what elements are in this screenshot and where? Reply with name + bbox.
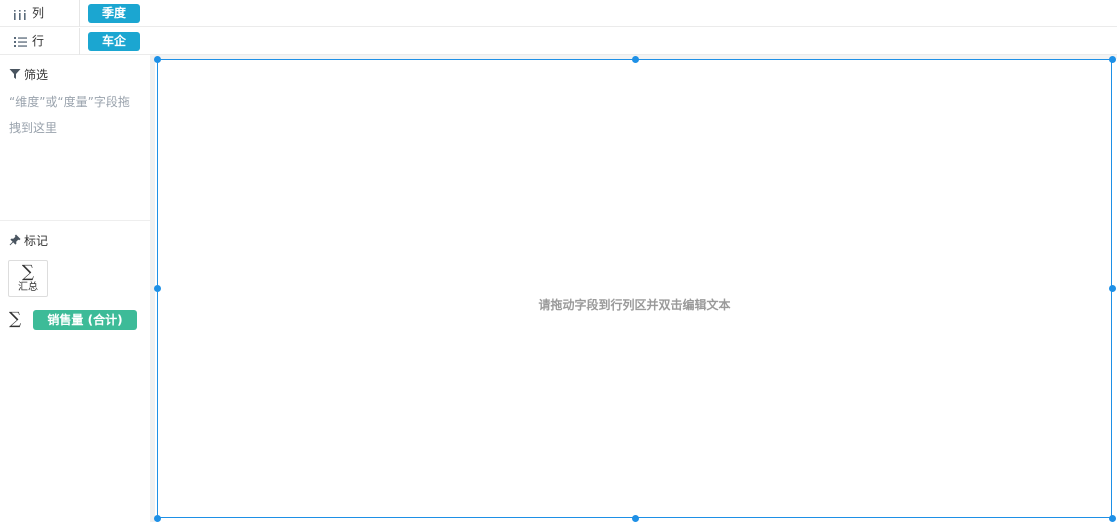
worksheet-editor: 列 季度 行 车企 筛选 “维度”或“度量”字段拖拽到这里 标记 ∑ 汇总 ∑ … <box>0 0 1117 522</box>
column-field-pill[interactable]: 季度 <box>88 4 140 23</box>
aggregate-mark-button[interactable]: ∑ 汇总 <box>8 260 48 297</box>
resize-handle-top[interactable] <box>632 56 639 63</box>
text-canvas[interactable]: 请拖动字段到行列区并双击编辑文本 <box>157 59 1112 518</box>
filter-section-title: 筛选 <box>9 67 48 83</box>
columns-icon <box>12 0 28 27</box>
marks-section-title: 标记 <box>9 233 48 249</box>
marks-title: 标记 <box>24 234 49 248</box>
resize-handle-bottom-right[interactable] <box>1109 515 1116 522</box>
columns-shelf[interactable]: 列 季度 <box>0 0 1117 27</box>
panel-divider <box>0 220 150 221</box>
pin-icon <box>9 234 21 246</box>
columns-shelf-label: 列 <box>32 6 45 20</box>
sigma-icon: ∑ <box>9 309 22 329</box>
rows-list-icon <box>12 28 28 55</box>
left-panel: 筛选 “维度”或“度量”字段拖拽到这里 标记 ∑ 汇总 ∑ 销售量 (合计) <box>0 56 150 522</box>
filter-drop-zone[interactable]: “维度”或“度量”字段拖拽到这里 <box>9 89 137 141</box>
aggregate-label: 汇总 <box>18 282 38 293</box>
measure-field-pill[interactable]: 销售量 (合计) <box>33 310 137 330</box>
resize-handle-bottom-left[interactable] <box>154 515 161 522</box>
rows-shelf-header: 行 <box>0 28 80 55</box>
resize-handle-bottom[interactable] <box>632 515 639 522</box>
resize-handle-left[interactable] <box>154 285 161 292</box>
rows-shelf[interactable]: 行 车企 <box>0 28 1117 55</box>
filter-title: 筛选 <box>24 68 49 82</box>
resize-handle-right[interactable] <box>1109 285 1116 292</box>
sigma-icon: ∑ <box>21 262 35 282</box>
columns-shelf-header: 列 <box>0 0 80 27</box>
canvas-hint: 请拖动字段到行列区并双击编辑文本 <box>538 298 731 312</box>
rows-shelf-label: 行 <box>32 34 45 48</box>
filter-icon <box>9 68 21 80</box>
resize-handle-top-left[interactable] <box>154 56 161 63</box>
resize-handle-top-right[interactable] <box>1109 56 1116 63</box>
row-field-pill[interactable]: 车企 <box>88 32 140 51</box>
